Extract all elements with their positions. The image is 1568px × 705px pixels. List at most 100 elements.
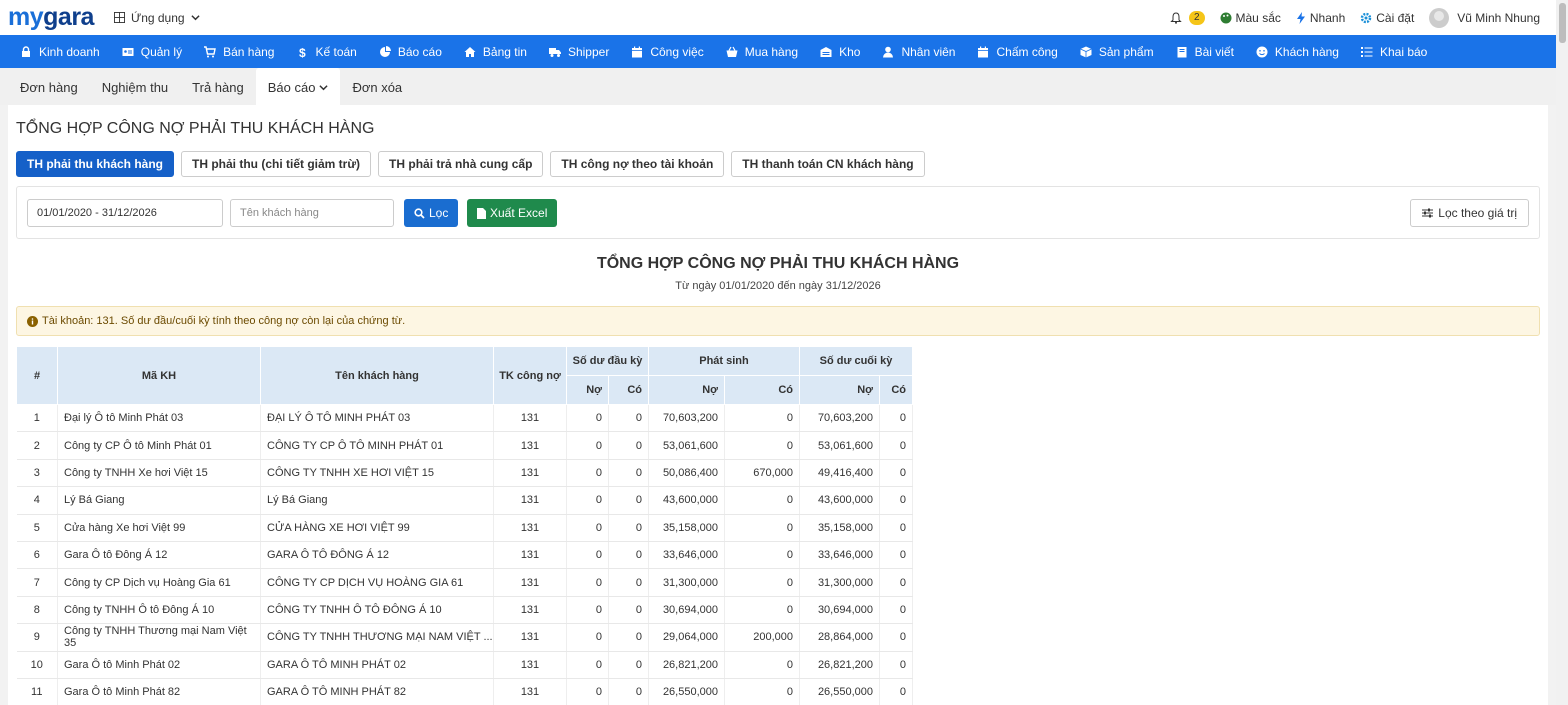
cell-opening-credit: 0: [608, 431, 649, 460]
cell-account: 131: [493, 486, 567, 515]
avatar[interactable]: [1429, 7, 1450, 28]
cell-closing-debit: 43,600,000: [799, 486, 880, 515]
bolt-icon: [1296, 11, 1305, 24]
cell-customer-name: ĐẠI LÝ Ô TÔ MINH PHÁT 03: [260, 404, 494, 433]
calendar-icon: [632, 46, 643, 57]
nav-item-12[interactable]: Sản phẩm: [1080, 45, 1154, 59]
brand-part2: gara: [43, 3, 94, 31]
cell-customer-code: Đại lý Ô tô Minh Phát 03: [57, 404, 261, 433]
cell-closing-debit: 26,550,000: [799, 678, 880, 705]
quick-button[interactable]: Nhanh: [1296, 11, 1345, 25]
cell-movement-debit: 26,821,200: [648, 651, 725, 679]
table-row[interactable]: 6 Gara Ô tô Đông Á 12 GARA Ô TÔ ĐÔNG Á 12 1…: [16, 541, 913, 570]
settings-button[interactable]: Cài đặt: [1360, 11, 1414, 25]
value-filter-button[interactable]: Lọc theo giá trị: [1410, 199, 1529, 227]
table-row[interactable]: 10 Gara Ô tô Minh Phát 02 GARA Ô TÔ MINH P…: [16, 651, 913, 679]
nav-item-3[interactable]: $ Kế toán: [296, 45, 356, 59]
cell-row-num: 11: [16, 678, 58, 705]
info-note-text: Tài khoản: 131. Số dư đầu/cuối kỳ tính t…: [42, 315, 406, 327]
report-title: TỔNG HỢP CÔNG NỢ PHẢI THU KHÁCH HÀNG: [596, 255, 960, 272]
scrollbar-thumb[interactable]: [1559, 3, 1566, 43]
cell-opening-debit: 0: [566, 404, 609, 433]
nav-item-9[interactable]: Kho: [820, 45, 860, 59]
cell-closing-debit: 31,300,000: [799, 568, 880, 597]
cell-movement-credit: 200,000: [724, 623, 800, 652]
dollar-icon: $: [299, 46, 306, 58]
export-excel-button[interactable]: Xuất Excel: [467, 199, 558, 227]
nav-item-14[interactable]: Khách hàng: [1256, 45, 1339, 59]
cell-opening-debit: 0: [566, 623, 609, 652]
nav-item-11[interactable]: Chấm công: [977, 44, 1058, 59]
table-row[interactable]: 4 Lý Bá Giang Lý Bá Giang 131 0 0 43,600,000 0 4…: [16, 486, 913, 515]
brand-logo[interactable]: mygara: [8, 5, 94, 30]
table-row[interactable]: 11 Gara Ô tô Minh Phát 82 GARA Ô TÔ MINH P…: [16, 678, 913, 705]
customer-name-input[interactable]: Tên khách hàng: [230, 199, 394, 227]
cell-movement-debit: 33,646,000: [648, 541, 725, 570]
cell-closing-credit: 0: [879, 486, 913, 515]
user-name[interactable]: Vũ Minh Nhung: [1457, 11, 1540, 25]
cell-row-num: 2: [16, 431, 58, 460]
nav-item-7[interactable]: Công việc: [631, 44, 704, 59]
date-range-input[interactable]: 01/01/2020 - 31/12/2026: [27, 199, 223, 227]
main-panel: TỔNG HỢP CÔNG NỢ PHẢI THU KHÁCH HÀNG TH …: [8, 105, 1548, 705]
cell-closing-credit: 0: [879, 431, 913, 460]
table-row[interactable]: 1 Đại lý Ô tô Minh Phát 03 ĐẠI LÝ Ô TÔ MIN…: [16, 404, 913, 433]
nav-item-6[interactable]: Shipper: [548, 45, 609, 59]
nav-item-label: Công việc: [650, 44, 704, 59]
tab-orders[interactable]: Đơn hàng: [8, 68, 90, 105]
tab-deleted-orders[interactable]: Đơn xóa: [340, 68, 414, 105]
nav-item-label: Sản phẩm: [1098, 44, 1154, 59]
scrollbar[interactable]: [1556, 0, 1568, 705]
notification-button[interactable]: 2: [1170, 10, 1205, 25]
cell-movement-debit: 29,064,000: [648, 623, 725, 652]
filter-button[interactable]: Lọc: [404, 199, 459, 227]
nav-item-label: Bài viết: [1194, 44, 1234, 59]
color-button[interactable]: Màu sắc: [1220, 11, 1281, 25]
report-tab-by-account[interactable]: TH công nợ theo tài khoản: [550, 151, 725, 177]
cell-closing-credit: 0: [879, 404, 913, 433]
nav-item-4[interactable]: Báo cáo: [379, 45, 442, 59]
user-icon: [883, 46, 894, 57]
cell-movement-debit: 30,694,000: [648, 596, 725, 625]
col-closing-debit: Nợ: [799, 375, 880, 405]
nav-item-2[interactable]: Bán hàng: [204, 45, 274, 59]
nav-item-0[interactable]: Kinh doanh: [20, 45, 100, 59]
filter-bar: 01/01/2020 - 31/12/2026 Tên khách hàng L…: [16, 186, 1540, 239]
nav-item-1[interactable]: Quản lý: [122, 45, 182, 59]
apps-menu[interactable]: Ứng dụng: [113, 11, 200, 25]
report-tab-receivable[interactable]: TH phải thu khách hàng: [16, 151, 175, 177]
table-row[interactable]: 5 Cửa hàng Xe hơi Việt 99 CỬA HÀNG XE HƠI …: [16, 514, 913, 542]
cell-opening-debit: 0: [566, 541, 609, 570]
col-customer-name: Tên khách hàng: [260, 346, 494, 405]
tab-reports[interactable]: Báo cáo: [255, 68, 341, 105]
nav-item-8[interactable]: Mua hàng: [726, 45, 798, 59]
calendar-icon: [978, 46, 989, 57]
nav-item-15[interactable]: Khai báo: [1360, 44, 1428, 59]
cell-customer-name: CÔNG TY CP DỊCH VỤ HOÀNG GIA 61: [260, 568, 494, 597]
table-row[interactable]: 9 Công ty TNHH Thương mại Nam Việt 35 CÔNG…: [16, 623, 913, 652]
cell-movement-credit: 0: [724, 678, 800, 705]
table-row[interactable]: 3 Công ty TNHH Xe hơi Việt 15 CÔNG TY TNHH…: [16, 459, 913, 488]
file-icon: [477, 207, 486, 219]
cell-customer-code: Cửa hàng Xe hơi Việt 99: [57, 514, 261, 542]
page-title: TỔNG HỢP CÔNG NỢ PHẢI THU KHÁCH HÀNG: [16, 120, 375, 137]
tab-returns[interactable]: Trả hàng: [180, 68, 256, 105]
cell-account: 131: [493, 431, 567, 460]
nav-item-5[interactable]: Bảng tin: [464, 45, 527, 59]
nav-item-label: Chấm công: [996, 44, 1058, 59]
report-tab-receivable-detail[interactable]: TH phải thu (chi tiết giảm trừ): [181, 151, 372, 177]
nav-item-13[interactable]: Bài viết: [1176, 45, 1234, 59]
report-tab-payable[interactable]: TH phải trả nhà cung cấp: [378, 151, 544, 177]
report-tab-payment[interactable]: TH thanh toán CN khách hàng: [731, 151, 925, 177]
cell-customer-code: Lý Bá Giang: [57, 486, 261, 515]
col-num: #: [16, 346, 58, 405]
cell-closing-debit: 33,646,000: [799, 541, 880, 570]
cell-closing-debit: 26,821,200: [799, 651, 880, 679]
tab-acceptance[interactable]: Nghiệm thu: [90, 68, 180, 105]
table-row[interactable]: 8 Công ty TNHH Ô tô Đông Á 10 CÔNG TY TNHH…: [16, 596, 913, 625]
cell-customer-code: Công ty TNHH Ô tô Đông Á 10: [57, 596, 261, 625]
nav-item-label: Khai báo: [1379, 44, 1428, 59]
table-row[interactable]: 2 Công ty CP Ô tô Minh Phát 01 CÔNG TY CP …: [16, 431, 913, 460]
nav-item-10[interactable]: Nhân viên: [882, 45, 955, 59]
table-row[interactable]: 7 Công ty CP Dịch vụ Hoàng Gia 61 CÔNG TY …: [16, 568, 913, 597]
